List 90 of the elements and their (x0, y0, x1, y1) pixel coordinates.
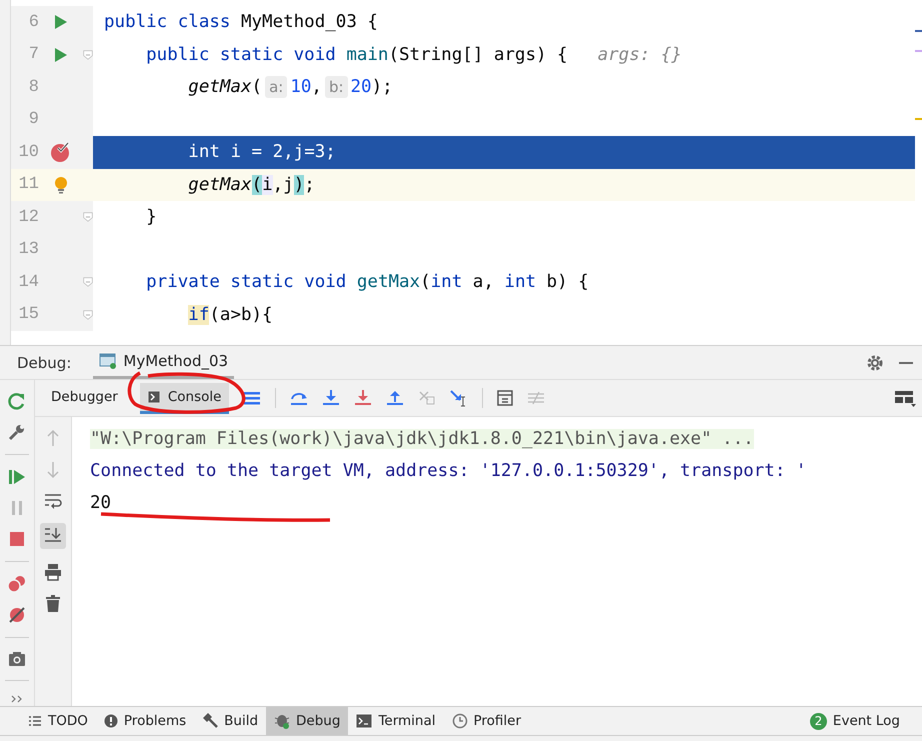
run-icon[interactable] (54, 14, 68, 30)
method-call: getMax (187, 77, 252, 98)
code-text: ( (252, 77, 262, 98)
tool-window-button[interactable]: Debug (266, 707, 348, 735)
fold-icon[interactable] (83, 48, 93, 62)
settings-icon[interactable] (866, 354, 884, 372)
method-name: getMax (356, 272, 420, 292)
resume-icon[interactable] (8, 468, 26, 486)
layout-icon[interactable] (894, 389, 916, 407)
inline-value: args: {} (598, 44, 682, 65)
tool-window-button[interactable]: Terminal (348, 707, 444, 735)
step-out-icon[interactable] (386, 390, 404, 406)
line-number: 8 (28, 78, 39, 97)
scroll-to-end-button[interactable] (40, 523, 66, 549)
stop-icon[interactable] (8, 530, 26, 548)
variable-usage: i (262, 174, 273, 195)
keyword: private static void (145, 272, 348, 292)
line-number: 13 (18, 240, 39, 260)
fold-icon[interactable] (83, 275, 93, 290)
code-text: , (311, 77, 322, 98)
matched-paren: ( (252, 174, 262, 195)
method-call: getMax (187, 174, 252, 195)
tool-window-button[interactable]: Problems (96, 707, 194, 735)
line-number: 11 (18, 175, 39, 194)
code-text: ,j (272, 174, 294, 195)
parameter-hint: b: (324, 76, 348, 98)
scroll-to-end-icon (44, 527, 62, 543)
breakpoints-icon[interactable] (7, 575, 27, 593)
line-number: 14 (18, 272, 39, 292)
line-number: 7 (28, 45, 39, 64)
list-icon (28, 715, 42, 727)
keyword: public static void (145, 44, 337, 65)
number-literal: 10 (290, 77, 312, 98)
tool-window-button[interactable]: Build (194, 707, 266, 735)
panel-tab[interactable]: Debugger (43, 382, 126, 414)
panel-title: Debug: (17, 354, 72, 372)
run-icon[interactable] (54, 46, 68, 63)
keyword: int (430, 272, 462, 292)
code-text: i = 2,j=3; (229, 142, 336, 162)
code-text: (a>b){ (209, 304, 273, 325)
calculator-icon[interactable] (497, 390, 514, 406)
code-text: } (145, 207, 157, 228)
mute-breakpoints-icon[interactable] (8, 606, 26, 624)
lightbulb-icon[interactable] (54, 176, 68, 194)
code-text: MyMethod_03 { (240, 12, 378, 32)
wrench-icon[interactable] (8, 423, 26, 441)
tool-window-button[interactable]: TODO (20, 707, 96, 735)
terminal-icon (356, 714, 372, 728)
keyword: int (187, 142, 220, 162)
breakpoint-icon[interactable] (50, 141, 72, 164)
application-icon (99, 353, 118, 369)
print-icon[interactable] (44, 563, 62, 581)
event-log-button[interactable]: 2 Event Log (802, 707, 908, 735)
step-over-icon[interactable] (290, 390, 308, 406)
soft-wrap-icon[interactable] (44, 493, 62, 509)
fold-icon[interactable] (83, 308, 93, 322)
code-text: ; (304, 174, 315, 195)
tool-window-button[interactable]: Profiler (444, 707, 530, 735)
method-name: main (346, 44, 388, 65)
code-text: ); (372, 77, 393, 98)
line-number: 9 (28, 110, 39, 130)
line-number: 10 (18, 142, 39, 162)
line-number: 6 (28, 12, 39, 32)
force-step-into-icon[interactable] (354, 390, 372, 406)
frames-icon[interactable] (243, 390, 262, 406)
bug-icon (274, 713, 290, 729)
number-literal: 20 (350, 77, 372, 98)
exclamation-icon (104, 714, 118, 728)
highlighted-keyword: if (187, 304, 210, 325)
code-text: (String[] args) { (388, 44, 568, 65)
camera-icon[interactable] (8, 651, 26, 667)
more-icon[interactable] (11, 694, 23, 704)
clock-icon (452, 713, 468, 729)
program-output: 20 (90, 493, 112, 513)
parameter-hint: a: (265, 76, 288, 98)
trash-icon[interactable] (45, 595, 61, 613)
rerun-icon[interactable] (8, 392, 26, 410)
line-number: 15 (18, 305, 39, 324)
fold-icon[interactable] (83, 210, 93, 224)
terminal-icon (148, 390, 160, 402)
code-text: ( (420, 272, 431, 292)
line-number: 12 (18, 208, 39, 227)
code-text: b) { (546, 272, 589, 292)
info-message: Connected to the target VM, address: '127.0.0.1:50329', transport: ' (90, 461, 806, 481)
matched-paren: ) (294, 174, 304, 195)
code-text: a, (472, 272, 495, 292)
step-into-icon[interactable] (322, 390, 340, 406)
hammer-icon (202, 713, 218, 729)
keyword: public class (104, 12, 232, 32)
keyword: int (504, 272, 536, 292)
